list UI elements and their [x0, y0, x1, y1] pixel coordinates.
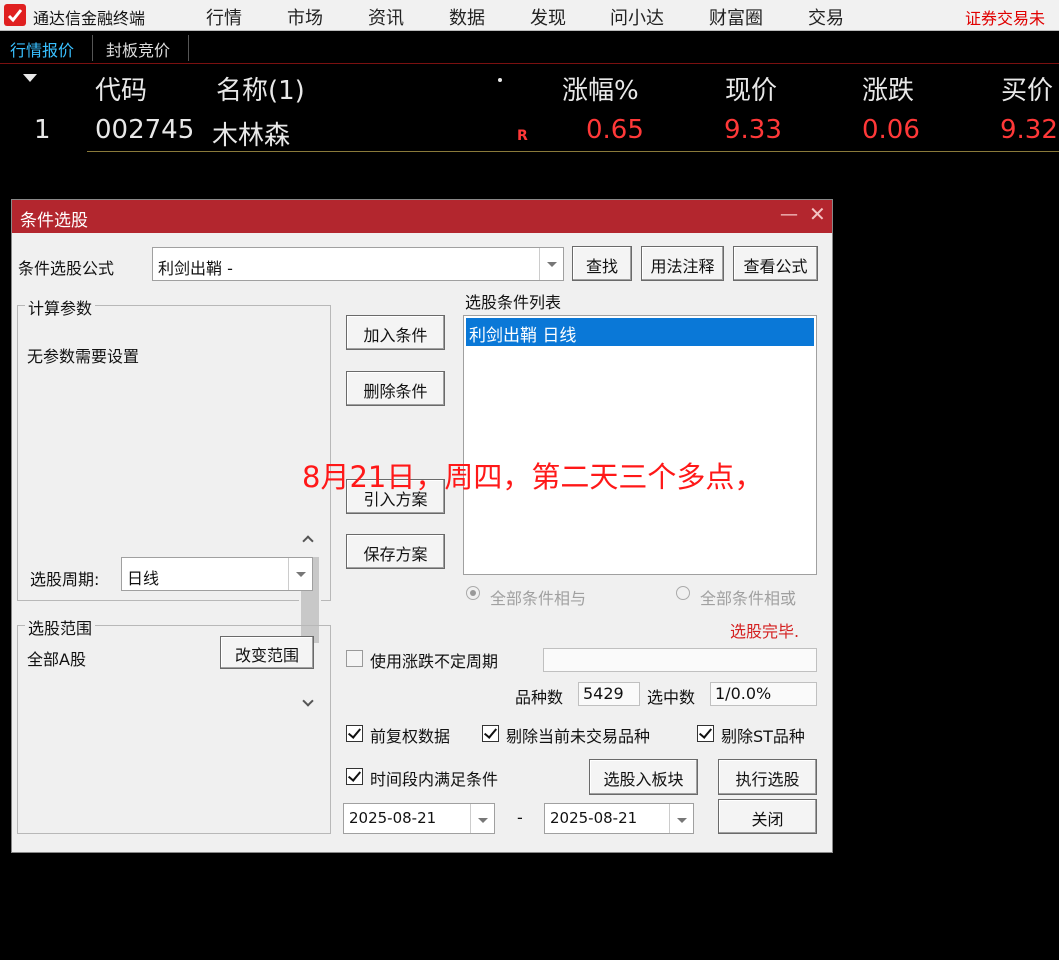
- menu-trade[interactable]: 交易: [808, 4, 844, 30]
- time-range-checkbox[interactable]: [346, 768, 363, 785]
- menu-ask[interactable]: 问小达: [610, 4, 664, 30]
- condition-screen-dialog: 条件选股 — ✕ 条件选股公式 利剑出鞘 - 查找 用法注释 查看公式 计算参数…: [11, 199, 833, 853]
- trade-status-text[interactable]: 证券交易未: [965, 5, 1045, 29]
- date-separator: -: [517, 808, 523, 827]
- col-header-change[interactable]: 涨跌: [862, 70, 914, 107]
- params-text: 无参数需要设置: [27, 347, 140, 366]
- menu-discover[interactable]: 发现: [530, 4, 566, 30]
- row-price: 9.33: [724, 115, 782, 145]
- menu-news[interactable]: 资讯: [368, 4, 404, 30]
- dialog-title: 条件选股: [20, 211, 88, 231]
- uncertain-period-label: 使用涨跌不定周期: [370, 652, 499, 671]
- list-item[interactable]: 利剑出鞘 日线: [466, 318, 814, 346]
- exclude-untraded-checkbox[interactable]: [482, 725, 499, 742]
- add-condition-button[interactable]: 加入条件: [346, 315, 445, 350]
- col-header-change-pct[interactable]: 涨幅%: [562, 70, 639, 107]
- chevron-down-icon[interactable]: [470, 804, 494, 833]
- total-count-value: 5429: [578, 682, 640, 706]
- menu-quotes[interactable]: 行情: [206, 4, 242, 30]
- scroll-up-icon[interactable]: [302, 535, 314, 547]
- usage-button[interactable]: 用法注释: [641, 246, 724, 281]
- date-from-picker[interactable]: 2025-08-21: [343, 803, 495, 834]
- selected-count-label: 选中数: [647, 688, 696, 707]
- exclude-st-checkbox[interactable]: [697, 725, 714, 742]
- col-header-price[interactable]: 现价: [725, 70, 777, 107]
- minimize-icon[interactable]: —: [780, 204, 798, 225]
- row-code: 002745: [95, 115, 195, 145]
- menu-wealth-circle[interactable]: 财富圈: [709, 4, 763, 30]
- close-icon[interactable]: ✕: [809, 202, 826, 226]
- time-range-label: 时间段内满足条件: [370, 770, 499, 789]
- status-text: 选股完毕.: [730, 622, 800, 641]
- logic-or-label: 全部条件相或: [700, 589, 797, 608]
- dialog-title-bar[interactable]: 条件选股 — ✕: [12, 200, 832, 233]
- period-label: 选股周期:: [30, 570, 100, 589]
- date-to-picker[interactable]: 2025-08-21: [544, 803, 694, 834]
- app-title: 通达信金融终端: [33, 9, 146, 28]
- close-button[interactable]: 关闭: [718, 799, 817, 834]
- menu-market[interactable]: 市场: [287, 4, 323, 30]
- tab-divider: [92, 35, 93, 61]
- view-formula-button[interactable]: 查看公式: [733, 246, 818, 281]
- col-header-bid[interactable]: 买价: [1001, 70, 1053, 107]
- condition-list-label: 选股条件列表: [465, 293, 562, 312]
- formula-value: 利剑出鞘 -: [158, 259, 233, 278]
- date-to-value: 2025-08-21: [550, 809, 638, 827]
- total-count-label: 品种数: [515, 688, 564, 707]
- uncertain-period-input[interactable]: [543, 648, 817, 672]
- col-header-name[interactable]: 名称(1): [216, 70, 305, 107]
- row-change: 0.06: [862, 115, 920, 145]
- row-index: 1: [34, 115, 51, 145]
- terminal-window: 通达信金融终端 行情 市场 资讯 数据 发现 问小达 财富圈 交易 证券交易未 …: [0, 0, 1059, 960]
- chevron-down-icon[interactable]: [669, 804, 693, 833]
- logic-or-radio[interactable]: [676, 586, 690, 600]
- exclude-untraded-label: 剔除当前未交易品种: [506, 727, 651, 746]
- row-underline: [87, 151, 1059, 152]
- chevron-down-icon[interactable]: [288, 558, 312, 590]
- logic-and-label: 全部条件相与: [490, 589, 587, 608]
- financing-flag-badge: R: [517, 128, 528, 144]
- uncertain-period-checkbox[interactable]: [346, 650, 363, 667]
- tab-bar: 行情报价 封板竞价: [0, 31, 1059, 64]
- range-text: 全部A股: [27, 650, 86, 669]
- annotation-note: 8月21日，周四，第二天三个多点，: [302, 460, 764, 494]
- dot-icon: [498, 78, 502, 82]
- params-group-label: 计算参数: [25, 295, 96, 319]
- sort-down-icon[interactable]: [23, 74, 37, 82]
- col-header-code[interactable]: 代码: [95, 70, 147, 107]
- chevron-down-icon[interactable]: [539, 248, 563, 280]
- exclude-st-label: 剔除ST品种: [721, 727, 805, 746]
- tab-quotes[interactable]: 行情报价: [2, 35, 82, 63]
- logic-and-radio[interactable]: [466, 586, 480, 600]
- formula-select[interactable]: 利剑出鞘 -: [152, 247, 564, 281]
- change-range-button[interactable]: 改变范围: [220, 636, 314, 669]
- condition-list[interactable]: 利剑出鞘 日线: [463, 315, 817, 575]
- to-block-button[interactable]: 选股入板块: [589, 759, 698, 795]
- save-plan-button[interactable]: 保存方案: [346, 534, 445, 569]
- execute-button[interactable]: 执行选股: [718, 759, 817, 795]
- row-change-pct: 0.65: [586, 115, 644, 145]
- formula-label: 条件选股公式: [18, 259, 115, 278]
- menu-data[interactable]: 数据: [449, 4, 485, 30]
- pre-adjust-label: 前复权数据: [370, 727, 451, 746]
- find-button[interactable]: 查找: [572, 246, 632, 281]
- row-bid: 9.32: [1000, 115, 1058, 145]
- delete-condition-button[interactable]: 删除条件: [346, 371, 445, 406]
- menu-bar: 通达信金融终端 行情 市场 资讯 数据 发现 问小达 财富圈 交易 证券交易未: [0, 0, 1059, 31]
- range-group-label: 选股范围: [25, 615, 96, 639]
- selected-count-value: 1/0.0%: [710, 682, 817, 706]
- pre-adjust-checkbox[interactable]: [346, 725, 363, 742]
- app-logo-icon: [4, 4, 26, 26]
- date-from-value: 2025-08-21: [349, 809, 437, 827]
- period-select[interactable]: 日线: [121, 557, 313, 591]
- tab-divider: [188, 35, 189, 61]
- tab-limit-auction[interactable]: 封板竞价: [98, 35, 178, 63]
- period-value: 日线: [127, 569, 160, 588]
- row-name: 木林森: [212, 121, 291, 151]
